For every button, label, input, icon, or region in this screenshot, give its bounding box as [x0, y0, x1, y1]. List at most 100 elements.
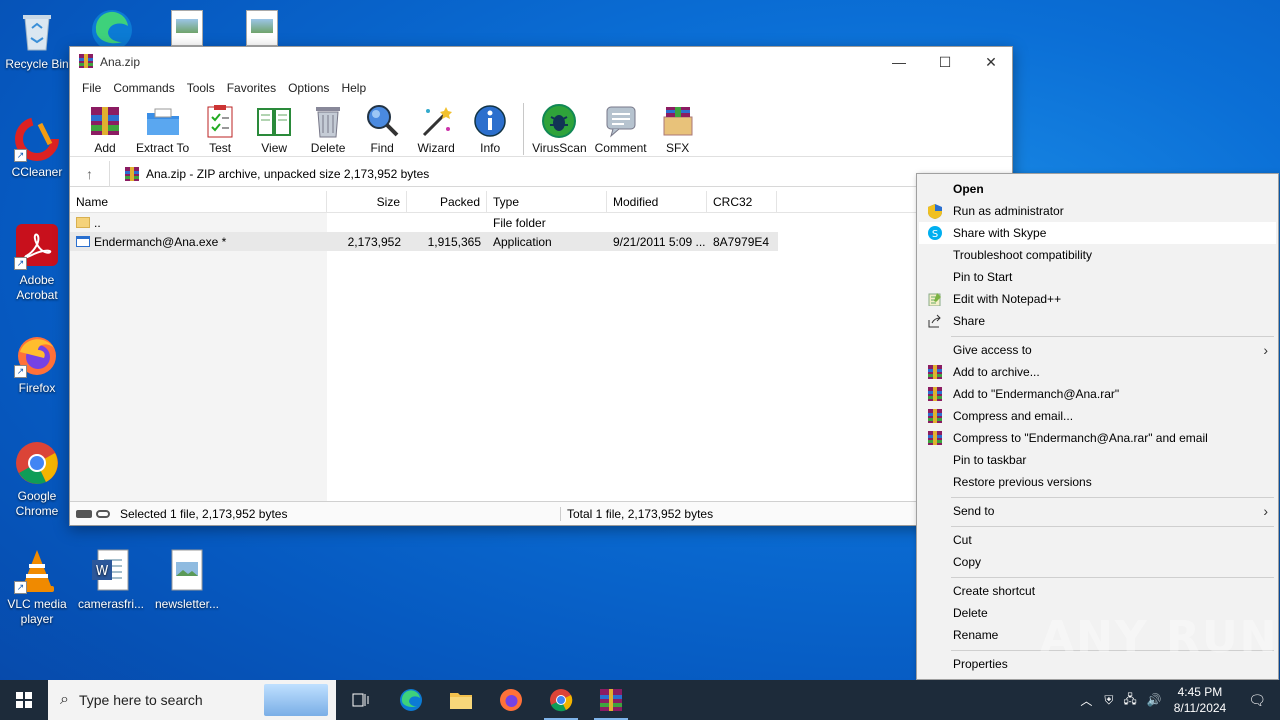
column-crc32[interactable]: CRC32 [707, 190, 777, 213]
volume-icon[interactable]: 🔊 [1147, 693, 1162, 707]
desktop-icon-ccleaner[interactable]: ↗ CCleaner [0, 116, 74, 180]
test-button[interactable]: Test [197, 103, 243, 155]
winrar-app-icon [78, 53, 94, 72]
desktop-icon-label: Google Chrome [15, 489, 59, 518]
menu-item-pin-start[interactable]: Pin to Start [919, 266, 1276, 288]
extract-to-button[interactable]: Extract To [136, 103, 189, 155]
network-icon[interactable]: 🖧 [1123, 690, 1136, 711]
row-type: Application [493, 234, 552, 249]
anyrun-watermark: ANY RUN [1040, 612, 1279, 663]
up-arrow-icon[interactable]: ↑ [70, 160, 110, 187]
wizard-button[interactable]: Wizard [413, 103, 459, 155]
desktop-icon-vlc[interactable]: ↗ VLC media player [0, 548, 74, 627]
taskbar-search[interactable]: ⌕ Type here to search [48, 680, 336, 720]
table-row-selected[interactable]: Endermanch@Ana.exe * 2,173,952 1,915,365… [70, 232, 778, 251]
menu-item-cut[interactable]: Cut [919, 529, 1276, 551]
start-button[interactable] [0, 680, 48, 720]
chrome-icon [550, 689, 573, 712]
maximize-button[interactable]: ☐ [922, 47, 968, 77]
menu-separator [951, 497, 1274, 498]
test-clipboard-icon [207, 105, 233, 138]
search-highlight-image [264, 684, 328, 716]
winrar-icon [928, 387, 942, 401]
desktop-icon-label: Firefox [18, 381, 56, 395]
desktop-icon-label: VLC media player [7, 597, 67, 626]
archive-path[interactable]: Ana.zip - ZIP archive, unpacked size 2,1… [124, 166, 429, 182]
notification-icon[interactable]: 🗨 [1248, 692, 1266, 709]
winrar-window: Ana.zip — ☐ ✕ File Commands Tools Favori… [69, 46, 1014, 526]
drive-icon [76, 509, 92, 518]
menu-item-add-archive[interactable]: Add to archive... [919, 361, 1276, 383]
menu-item-give-access[interactable]: Give access to › [919, 339, 1276, 361]
minimize-button[interactable]: — [876, 47, 922, 77]
menu-help[interactable]: Help [335, 81, 372, 95]
winrar-icon [600, 689, 622, 711]
taskbar-file-explorer[interactable] [436, 680, 486, 720]
taskbar-chrome[interactable] [536, 680, 586, 720]
application-icon [76, 236, 90, 247]
row-type: File folder [493, 215, 546, 230]
menu-item-pin-taskbar[interactable]: Pin to taskbar [919, 449, 1276, 471]
task-view-button[interactable] [336, 680, 386, 720]
desktop-icon-adobe-acrobat[interactable]: ↗ Adobe Acrobat [0, 224, 74, 303]
info-button[interactable]: Info [467, 103, 513, 155]
desktop-icon-firefox[interactable]: ↗ Firefox [0, 332, 74, 396]
menu-item-copy[interactable]: Copy [919, 551, 1276, 573]
menu-item-run-as-admin[interactable]: Run as administrator [919, 200, 1276, 222]
column-size[interactable]: Size [327, 190, 407, 213]
menu-file[interactable]: File [76, 81, 107, 95]
column-modified[interactable]: Modified [607, 190, 707, 213]
status-right: Total 1 file, 2,173,952 bytes [560, 506, 713, 521]
menu-tools[interactable]: Tools [181, 81, 221, 95]
view-button[interactable]: View [251, 103, 297, 155]
row-name: Endermanch@Ana.exe * [94, 234, 227, 249]
menu-item-restore-versions[interactable]: Restore previous versions [919, 471, 1276, 493]
close-button[interactable]: ✕ [968, 47, 1014, 77]
delete-button[interactable]: Delete [305, 103, 351, 155]
edge-desktop-icon[interactable] [88, 4, 136, 50]
title-bar[interactable]: Ana.zip — ☐ ✕ [70, 47, 1012, 77]
taskbar-edge[interactable] [386, 680, 436, 720]
comment-button[interactable]: Comment [595, 103, 647, 155]
menu-item-create-shortcut[interactable]: Create shortcut [919, 580, 1276, 602]
clock[interactable]: 4:45 PM 8/11/2024 [1174, 684, 1227, 716]
key-icon [96, 509, 110, 518]
table-row-parent[interactable]: .. File folder [70, 213, 1014, 232]
desktop-icon-recycle-bin[interactable]: Recycle Bin [0, 8, 74, 72]
add-archive-icon [91, 107, 119, 135]
menu-item-compress-rar-email[interactable]: Compress to "Endermanch@Ana.rar" and ema… [919, 427, 1276, 449]
security-icon[interactable]: ⛨ [1104, 693, 1113, 708]
menu-item-compress-email[interactable]: Compress and email... [919, 405, 1276, 427]
menu-item-share-skype[interactable]: S Share with Skype [919, 222, 1276, 244]
menu-item-troubleshoot[interactable]: Troubleshoot compatibility [919, 244, 1276, 266]
desktop-icon-google-chrome[interactable]: Google Chrome [0, 440, 74, 519]
desktop-icon-newsletter[interactable]: newsletter... [150, 548, 224, 612]
chevron-up-icon[interactable]: ︿ [1080, 692, 1092, 709]
taskbar-winrar[interactable] [586, 680, 636, 720]
notepadpp-icon [928, 293, 941, 306]
name-column-background [70, 213, 327, 501]
menu-item-share[interactable]: Share [919, 310, 1276, 332]
sfx-button[interactable]: SFX [655, 103, 701, 155]
menu-item-send-to[interactable]: Send to › [919, 500, 1276, 522]
find-button[interactable]: Find [359, 103, 405, 155]
column-packed[interactable]: Packed [407, 190, 487, 213]
image-file-icon-2[interactable] [246, 10, 278, 46]
virusscan-button[interactable]: VirusScan [532, 103, 587, 155]
add-button[interactable]: Add [82, 103, 128, 155]
menu-options[interactable]: Options [282, 81, 335, 95]
magnifier-icon [367, 105, 399, 137]
menu-item-open[interactable]: Open [919, 178, 1276, 200]
winrar-icon [928, 431, 942, 445]
view-book-icon [257, 108, 292, 136]
taskbar-firefox[interactable] [486, 680, 536, 720]
column-name[interactable]: Name [70, 190, 327, 213]
menu-favorites[interactable]: Favorites [221, 81, 282, 95]
column-type[interactable]: Type [487, 190, 607, 213]
menu-commands[interactable]: Commands [107, 81, 180, 95]
menu-item-add-to-rar[interactable]: Add to "Endermanch@Ana.rar" [919, 383, 1276, 405]
menu-item-notepadpp[interactable]: Edit with Notepad++ [919, 288, 1276, 310]
chrome-icon [14, 440, 60, 486]
desktop-icon-word-doc[interactable]: W camerasfri... [74, 548, 148, 612]
image-file-icon[interactable] [171, 10, 203, 46]
